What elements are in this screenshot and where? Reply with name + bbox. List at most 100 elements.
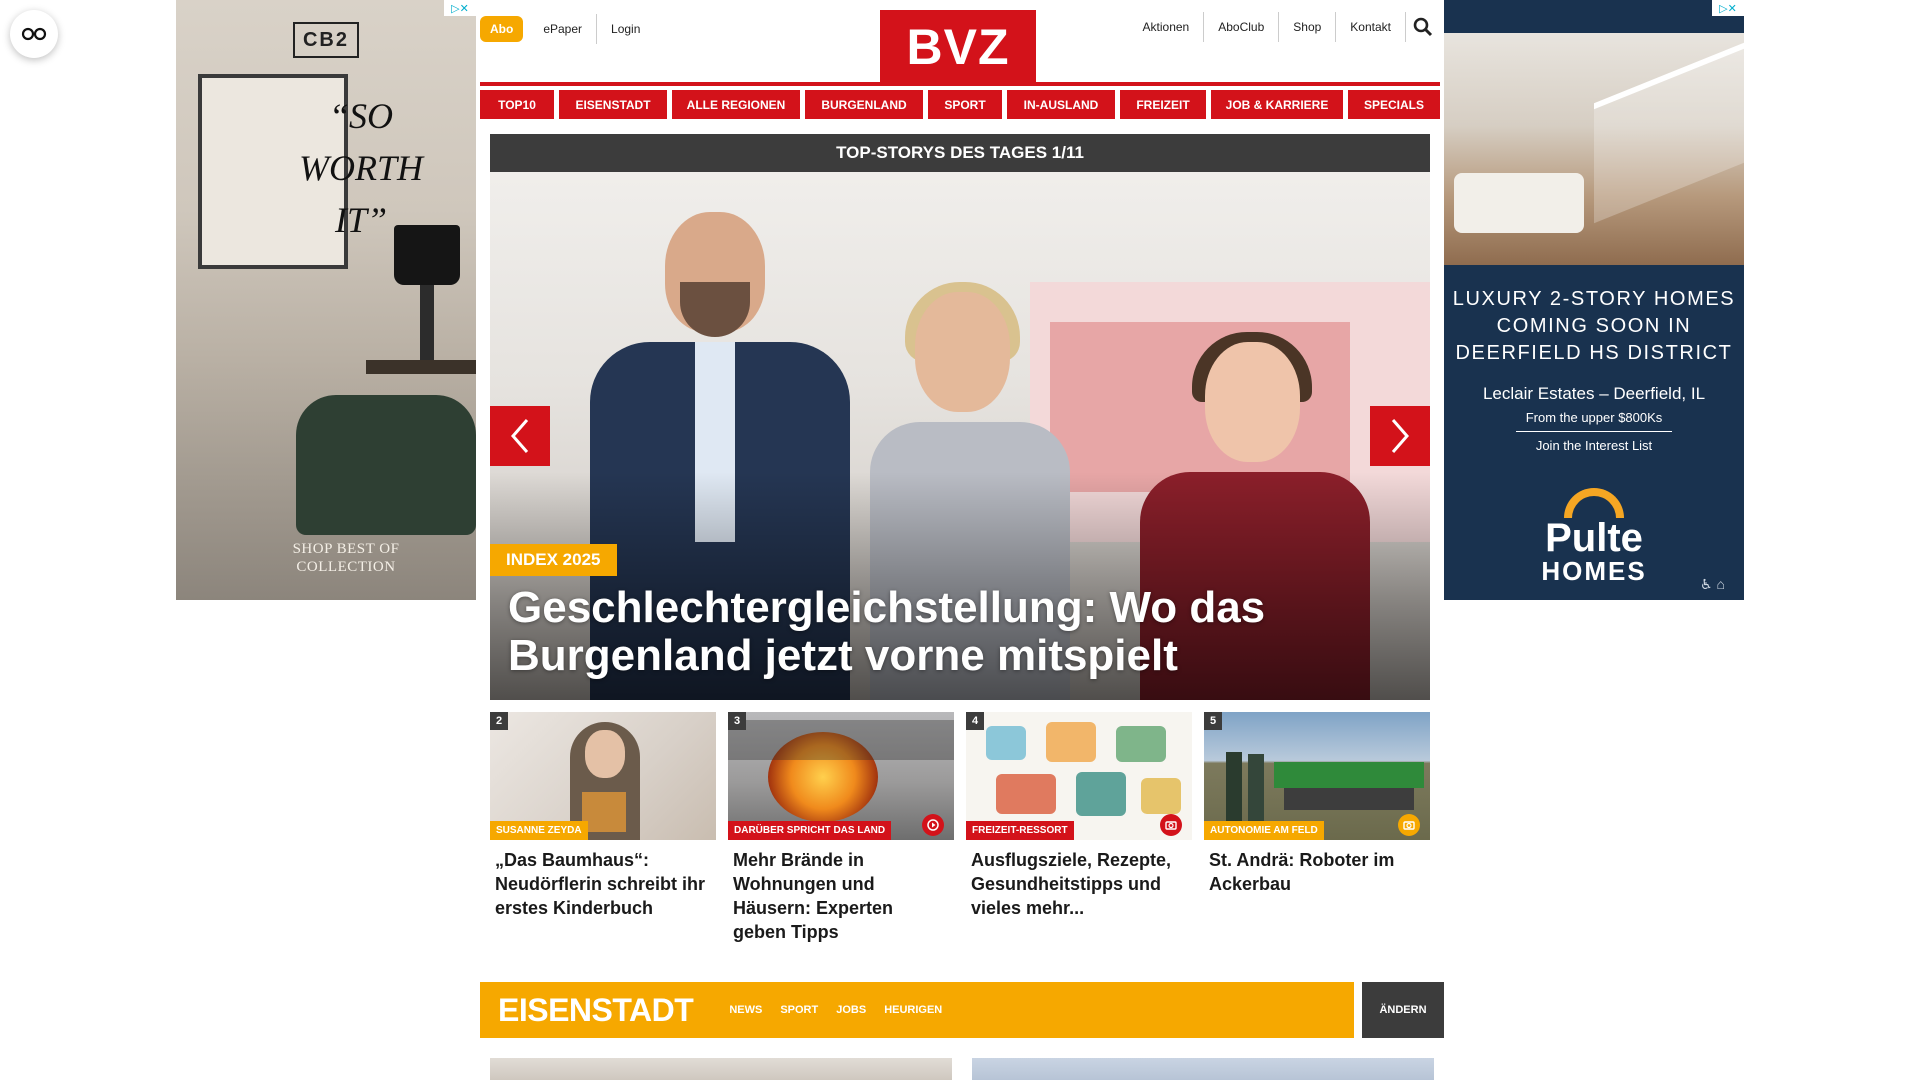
story-rank: 4 [966,712,984,730]
nav-item-top10[interactable]: TOP10 [480,90,554,119]
thumb-person [1248,754,1264,822]
thumb-illustration [1116,726,1166,762]
article-thumbnail[interactable] [490,1058,952,1080]
nav-item-job-karriere[interactable]: JOB & KARRIERE [1211,90,1343,119]
nav-item-eisenstadt[interactable]: EISENSTADT [559,90,667,119]
video-icon [927,819,939,831]
header-left-links: Abo ePaper Login [480,14,654,44]
story-card[interactable]: 5 AUTONOMIE AM FELD St. Andrä: Roboter i… [1204,712,1430,944]
story-thumbnail[interactable]: 5 AUTONOMIE AM FELD [1204,712,1430,840]
login-link[interactable]: Login [597,14,654,44]
ad-chair [296,395,476,535]
nav-item-in-ausland[interactable]: IN-AUSLAND [1007,90,1115,119]
epaper-link[interactable]: ePaper [529,14,598,44]
video-badge [922,814,944,836]
story-headline[interactable]: Mehr Brände in Wohnungen und Häusern: Ex… [728,840,954,944]
story-card[interactable]: 2 SUSANNE ZEYDA „Das Baumhaus“: Neudörfl… [490,712,716,944]
abo-button[interactable]: Abo [480,16,524,42]
ad-quote: “SO WORTH IT” [299,96,423,240]
nav-item-alle-regionen[interactable]: ALLE REGIONEN [672,90,800,119]
carousel-prev-button[interactable] [490,406,550,466]
top-stories-list: 2 SUSANNE ZEYDA „Das Baumhaus“: Neudörfl… [490,712,1430,944]
change-region-button[interactable]: ÄNDERN [1362,982,1444,1038]
ad-logo-line1: Pulte [1545,516,1643,560]
section-link-jobs[interactable]: JOBS [836,1004,884,1016]
chevron-left-icon [511,419,529,453]
ad-headline: LUXURY 2-STORY HOMES COMING SOON IN DEER… [1452,288,1736,364]
thumb-illustration [1046,722,1096,762]
aboclub-link[interactable]: AboClub [1204,12,1280,42]
story-thumbnail[interactable]: 2 SUSANNE ZEYDA [490,712,716,840]
ad-staircase [1594,42,1744,224]
story-rank: 5 [1204,712,1222,730]
top-stories-header: TOP-STORYS DES TAGES 1/11 [490,134,1430,172]
story-headline[interactable]: „Das Baumhaus“: Neudörflerin schreibt ih… [490,840,716,920]
story-headline[interactable]: St. Andrä: Roboter im Ackerbau [1204,840,1430,896]
ad-brand-logo: CB2 [293,22,359,58]
region-section-bar: EISENSTADT NEWS SPORT JOBS HEURIGEN [480,982,1354,1038]
ad-price: From the upper $800Ks [1516,410,1672,432]
ad-cta[interactable]: SHOP BEST OF COLLECTION [256,540,436,576]
reader-mode-button[interactable] [10,10,58,58]
kontakt-link[interactable]: Kontakt [1336,12,1406,42]
ad-table [366,360,476,374]
camera-icon [1165,821,1177,830]
thumb-smoke [728,720,954,760]
story-card[interactable]: 3 DARÜBER SPRICHT DAS LAND Mehr Brände i… [728,712,954,944]
thumb-face [585,730,625,778]
story-card[interactable]: 4 FREIZEIT-RESSORT Ausflugsziele, Rezept… [966,712,1192,944]
ad-logo-line2: HOMES [1541,556,1647,586]
ad-choices-icon[interactable]: ▷✕ [1712,0,1744,16]
search-button[interactable] [1406,12,1440,42]
ad-lamp [394,225,460,285]
person-head [915,292,1010,412]
ad-choices-icon[interactable]: ▷✕ [444,0,476,16]
nav-item-sport[interactable]: SPORT [928,90,1002,119]
carousel-next-button[interactable] [1370,406,1430,466]
ad-house-photo [1444,33,1744,265]
nav-item-burgenland[interactable]: BURGENLAND [805,90,923,119]
camera-badge [1160,814,1182,836]
right-ad-banner[interactable]: ▷✕ LUXURY 2-STORY HOMES COMING SOON IN D… [1444,0,1744,600]
thumb-person [1226,752,1242,822]
thumb-illustration [1076,772,1126,816]
thumb-robot-base [1284,788,1414,810]
chevron-right-icon [1391,419,1409,453]
shop-link[interactable]: Shop [1279,12,1337,42]
hero-tag: INDEX 2025 [490,544,617,576]
left-ad-banner[interactable]: ▷✕ CB2 “SO WORTH IT” SHOP BEST OF COLLEC… [176,0,476,600]
section-title[interactable]: EISENSTADT [480,992,729,1029]
person-head [1205,342,1300,462]
section-link-sport[interactable]: SPORT [780,1004,836,1016]
ad-sofa [1454,173,1584,233]
search-icon [1413,17,1433,37]
aktionen-link[interactable]: Aktionen [1129,12,1205,42]
camera-icon [1403,821,1415,830]
hero-headline[interactable]: Geschlechtergleichstellung: Wo das Burge… [508,584,1408,680]
story-headline[interactable]: Ausflugsziele, Rezepte, Gesundheitstipps… [966,840,1192,920]
ad-subheadline: Leclair Estates – Deerfield, IL [1482,384,1706,403]
nav-item-specials[interactable]: SPECIALS [1348,90,1440,119]
thumb-book [582,792,626,832]
story-thumbnail[interactable]: 3 DARÜBER SPRICHT DAS LAND [728,712,954,840]
section-link-news[interactable]: NEWS [729,1004,780,1016]
header-divider [480,82,1440,86]
accessibility-housing-icon: ♿ ⌂ [1700,576,1725,592]
story-thumbnail[interactable]: 4 FREIZEIT-RESSORT [966,712,1192,840]
nav-item-freizeit[interactable]: FREIZEIT [1120,90,1206,119]
section-link-heurigen[interactable]: HEURIGEN [884,1004,960,1016]
story-rank: 3 [728,712,746,730]
story-kicker: DARÜBER SPRICHT DAS LAND [728,821,892,840]
article-thumbnail[interactable] [972,1058,1434,1080]
main-navigation: TOP10 EISENSTADT ALLE REGIONEN BURGENLAN… [480,90,1440,119]
header-right-links: Aktionen AboClub Shop Kontakt [1129,12,1440,42]
ad-lamp-base [420,285,434,365]
site-logo[interactable]: BVZ [880,10,1036,84]
glasses-icon [21,27,47,41]
ad-pulte-logo: Pulte HOMES [1524,488,1664,584]
story-rank: 2 [490,712,508,730]
story-kicker: SUSANNE ZEYDA [490,821,588,840]
thumb-illustration [986,726,1026,760]
story-kicker: AUTONOMIE AM FELD [1204,821,1324,840]
ad-join-link[interactable]: Join the Interest List [1444,438,1744,453]
